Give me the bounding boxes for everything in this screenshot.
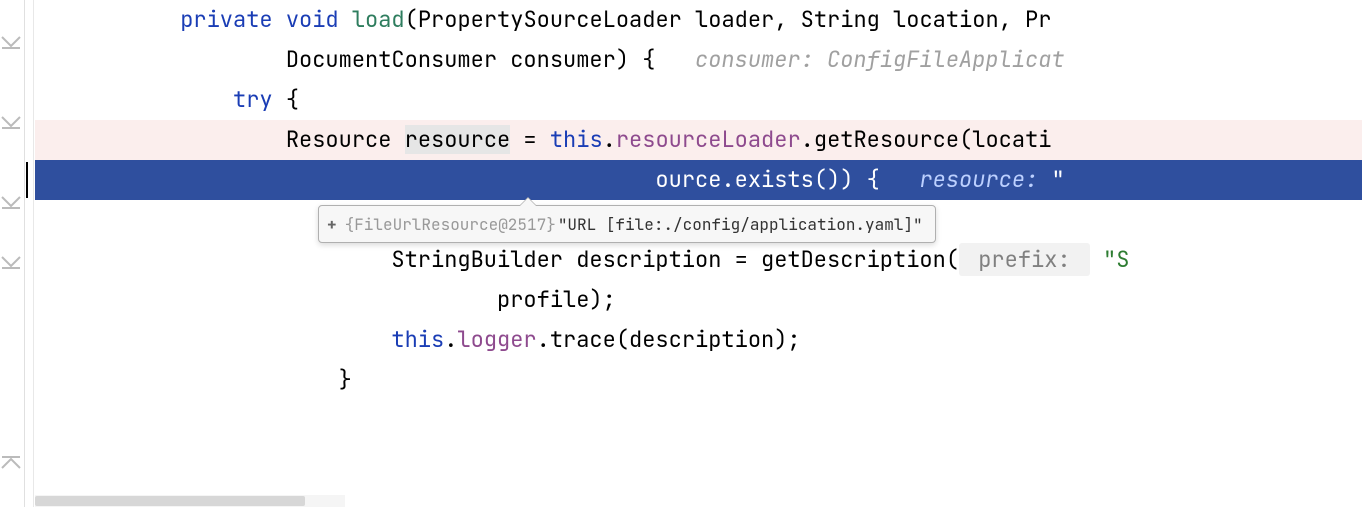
debug-value-tooltip[interactable]: + {FileUrlResource@2517} "URL [file:./co… bbox=[318, 205, 936, 243]
code-line[interactable]: StringBuilder description = getDescripti… bbox=[35, 240, 1362, 280]
caret bbox=[26, 162, 28, 198]
code-text: DocumentConsumer consumer) { bbox=[286, 45, 695, 74]
inlay-hint: consumer: ConfigFileApplicat bbox=[695, 45, 1065, 74]
identifier-highlight: resource bbox=[405, 125, 511, 154]
code-line[interactable]: this.logger.trace(description); bbox=[35, 320, 1362, 360]
indent bbox=[35, 285, 497, 314]
space bbox=[273, 5, 286, 34]
indent bbox=[35, 205, 339, 234]
inlay-hint-value: " bbox=[1038, 165, 1064, 194]
code-text: .getResource(locati bbox=[801, 125, 1052, 154]
horizontal-scrollbar[interactable] bbox=[35, 495, 345, 507]
code-text: { bbox=[273, 85, 299, 114]
code-editor[interactable]: private void load(PropertySourceLoader l… bbox=[35, 0, 1362, 507]
keyword-void: void bbox=[286, 5, 339, 34]
fold-collapse-icon[interactable] bbox=[0, 113, 22, 131]
keyword-try: try bbox=[233, 85, 273, 114]
inlay-hint-label: resource: bbox=[919, 165, 1038, 194]
expand-plus-icon[interactable]: + bbox=[327, 214, 337, 235]
fold-collapse-icon[interactable] bbox=[0, 253, 22, 271]
space bbox=[339, 5, 352, 34]
code-line[interactable]: } bbox=[35, 360, 1362, 400]
gutter-divider bbox=[24, 0, 25, 507]
indent bbox=[35, 165, 286, 194]
keyword-this: this bbox=[550, 125, 603, 154]
code-text: } bbox=[339, 365, 352, 394]
code-text: Resource bbox=[286, 125, 405, 154]
indent bbox=[35, 365, 339, 394]
indent bbox=[35, 245, 391, 274]
code-line-selected[interactable]: if (resource == null || !resource.exists… bbox=[35, 160, 1362, 200]
indent bbox=[35, 45, 286, 74]
code-text: ource.exists()) { bbox=[655, 165, 919, 194]
keyword-this: this bbox=[391, 325, 444, 354]
fold-collapse-icon[interactable] bbox=[0, 193, 22, 211]
code-line[interactable]: DocumentConsumer consumer) { consumer: C… bbox=[35, 40, 1362, 80]
tooltip-class-text: {FileUrlResource@2517} bbox=[345, 214, 556, 235]
keyword-private: private bbox=[180, 5, 272, 34]
indent bbox=[35, 85, 233, 114]
code-line[interactable]: private void load(PropertySourceLoader l… bbox=[35, 0, 1362, 40]
code-line[interactable]: profile); bbox=[35, 280, 1362, 320]
code-line[interactable]: Resource resource = this.resourceLoader.… bbox=[35, 120, 1362, 160]
code-line[interactable]: try { bbox=[35, 80, 1362, 120]
code-text: StringBuilder description = getDescripti… bbox=[391, 245, 959, 274]
field-ref: resourceLoader bbox=[616, 125, 801, 154]
tooltip-value-text: "URL [file:./config/application.yaml]" bbox=[558, 214, 923, 235]
code-text: = bbox=[510, 125, 550, 154]
field-ref: logger bbox=[457, 325, 536, 354]
indent bbox=[35, 5, 180, 34]
indent bbox=[35, 125, 286, 154]
param-hint-box: prefix: bbox=[959, 243, 1090, 276]
dot: . bbox=[603, 125, 616, 154]
scrollbar-thumb[interactable] bbox=[35, 496, 305, 506]
string-literal: "S bbox=[1090, 245, 1130, 274]
fold-collapse-icon[interactable] bbox=[0, 33, 22, 51]
indent bbox=[35, 325, 391, 354]
gutter bbox=[0, 0, 34, 507]
method-name: load bbox=[352, 5, 405, 34]
code-text: (PropertySourceLoader loader, String loc… bbox=[405, 5, 1052, 34]
code-text: profile); bbox=[497, 285, 616, 314]
fold-expand-icon[interactable] bbox=[0, 453, 22, 471]
code-text: .trace(description); bbox=[537, 325, 801, 354]
dot: . bbox=[444, 325, 457, 354]
